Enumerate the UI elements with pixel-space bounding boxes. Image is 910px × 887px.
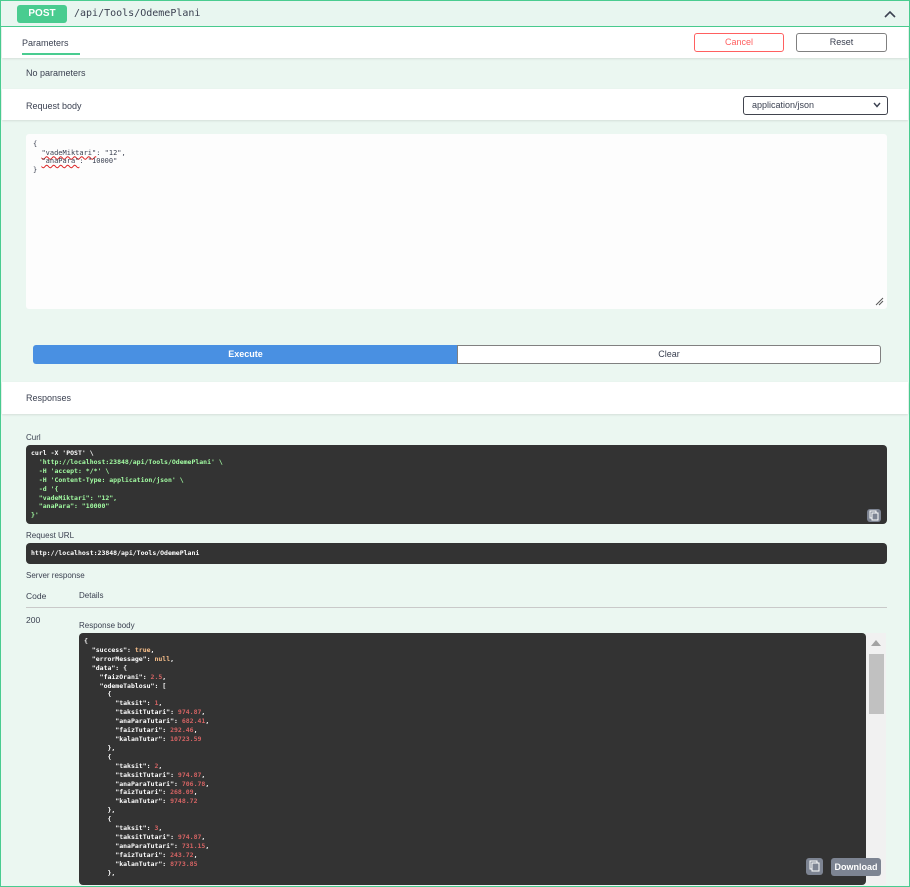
editor-line: } [33,165,38,174]
success-value: true [134,645,151,654]
ana-para-tutari-value: 731.15 [181,841,206,850]
request-body-header: Request body application/json [2,89,908,120]
post-operation-block: POST /api/Tools/OdemePlani Parameters Ca… [0,0,910,887]
kalan-tutar-value: 8773.85 [170,859,198,868]
kalan-tutar-value: 10723.59 [170,734,202,743]
http-method-badge: POST [17,5,67,23]
reset-button[interactable]: Reset [796,33,887,52]
operation-summary[interactable]: POST /api/Tools/OdemePlani [1,1,909,27]
parameters-header: Parameters Cancel Reset [2,27,908,58]
curl-line: "anaPara": "10000" [31,502,110,511]
curl-line: "vadeMiktari": "12", [31,493,118,502]
curl-line: -H 'Content-Type: application/json' \ [31,475,184,484]
no-parameters-text: No parameters [26,68,86,78]
request-url-label: Request URL [26,531,75,540]
ana-para-tutari-value: 706.78 [181,779,206,788]
tab-underline [22,53,80,55]
responses-header: Responses [2,382,908,414]
faiz-tutari-value: 268.09 [170,788,194,797]
tab-parameters[interactable]: Parameters [22,38,69,48]
copy-curl-button[interactable] [867,509,881,522]
taksit-value: 3 [154,824,159,833]
download-button[interactable]: Download [831,858,881,876]
status-code: 200 [26,615,41,625]
endpoint-path: /api/Tools/OdemePlani [74,8,201,19]
response-body-block: { "success": true, "errorMessage": null,… [79,633,866,885]
server-response-label: Server response [26,571,85,580]
faiz-tutari-value: 243.72 [170,850,194,859]
chevron-down-icon [873,102,881,108]
chevron-up-icon[interactable] [883,8,897,20]
cancel-button[interactable]: Cancel [694,33,784,52]
response-body-label: Response body [79,621,135,630]
execute-button[interactable]: Execute [33,345,458,364]
content-type-select[interactable]: application/json [743,96,888,115]
curl-line: -H 'accept: */*' \ [31,466,110,475]
curl-line: curl -X 'POST' \ [31,449,94,457]
curl-line: }' [31,511,39,520]
request-url-block: http://localhost:23848/api/Tools/OdemePl… [26,543,887,564]
content-type-value: application/json [752,100,815,110]
error-message-value: null [154,654,171,663]
editor-line: { [33,140,38,148]
table-divider [26,607,887,608]
resize-grip-icon[interactable] [874,296,884,306]
taksit-tutari-value: 974.87 [177,832,202,841]
editor-value: : "12", [96,148,126,157]
editor-key: "vadeMiktari" [41,148,97,157]
kalan-tutar-value: 9748.72 [170,797,198,806]
faiz-tutari-value: 292.46 [170,726,194,735]
curl-line: 'http://localhost:23848/api/Tools/OdemeP… [31,457,223,466]
faiz-orani-value: 2.5 [150,672,163,681]
clear-button[interactable]: Clear [457,345,881,364]
scrollbar-thumb[interactable] [869,654,884,714]
scroll-up-icon[interactable] [871,640,881,646]
taksit-value: 1 [154,699,159,708]
code-column-header: Code [26,591,47,601]
taksit-tutari-value: 974.87 [177,708,202,717]
curl-line: -d '{ [31,484,59,493]
response-scrollbar[interactable] [866,633,886,885]
taksit-tutari-value: 974.87 [177,770,202,779]
editor-value: : "10000" [79,157,118,165]
copy-icon [809,860,820,872]
details-column-header: Details [79,591,104,600]
curl-command-block: curl -X 'POST' \ 'http://localhost:23848… [26,445,887,524]
request-body-editor[interactable]: { "vadeMiktari": "12", "anaPara": "10000… [26,134,887,309]
responses-title: Responses [26,393,72,403]
request-body-label: Request body [26,101,82,111]
editor-key: "anaPara" [41,157,80,165]
curl-label: Curl [26,433,41,442]
ana-para-tutari-value: 682.41 [181,717,206,726]
copy-icon [869,510,879,521]
copy-response-button[interactable] [806,858,823,875]
taksit-value: 2 [154,761,159,770]
